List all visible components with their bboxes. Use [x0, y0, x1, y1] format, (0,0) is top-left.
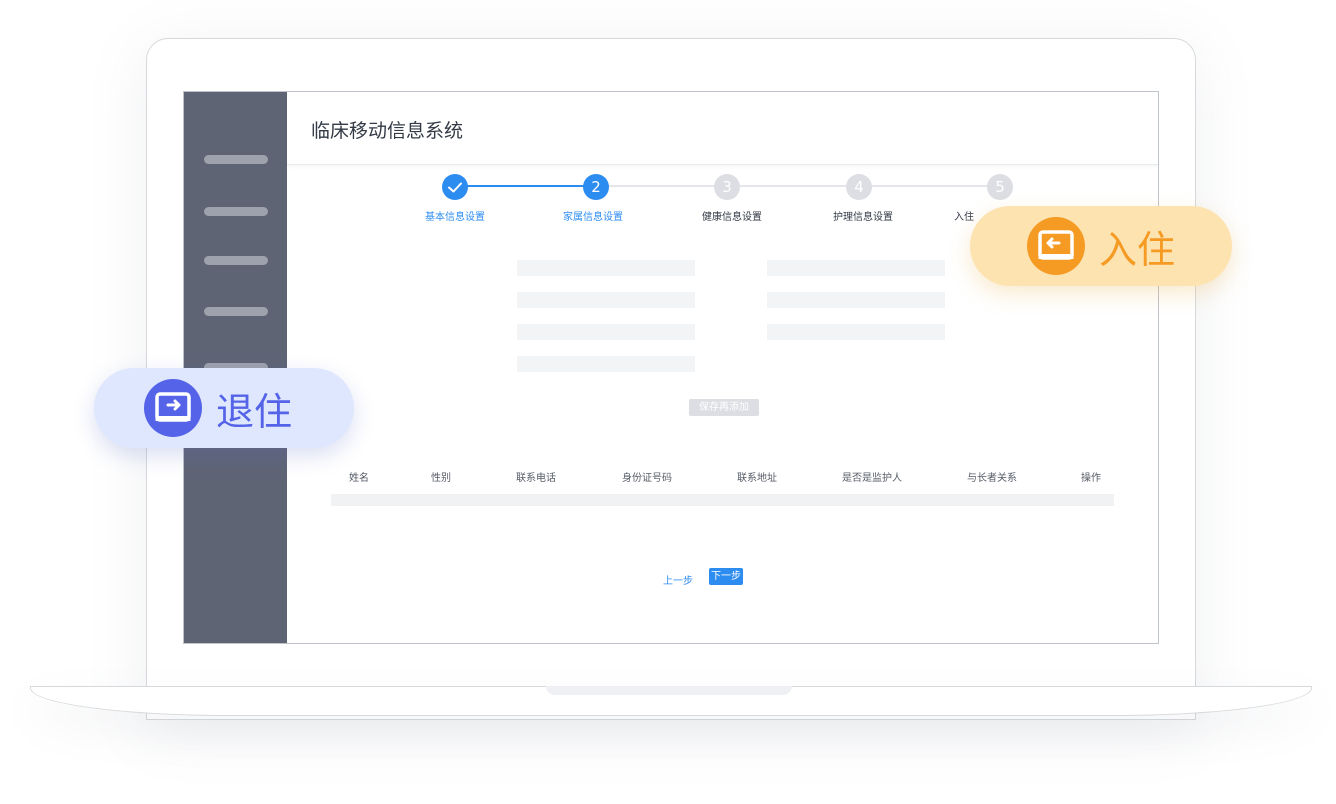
next-step-button[interactable]: 下一步	[709, 568, 743, 585]
sidebar-item-3[interactable]	[204, 256, 268, 265]
step-3-circle[interactable]: 3	[714, 174, 740, 200]
column-header: 联系地址	[737, 473, 777, 484]
column-header: 操作	[1081, 473, 1101, 484]
step-4-label: 护理信息设置	[833, 212, 893, 223]
step-5-label: 入住	[954, 212, 974, 223]
step-connector-2	[609, 185, 715, 187]
column-header: 性别	[431, 473, 451, 484]
form-field[interactable]	[517, 356, 695, 372]
sidebar-item-2[interactable]	[204, 207, 268, 216]
form-field[interactable]	[767, 324, 945, 340]
step-1-check-icon[interactable]	[442, 174, 468, 200]
laptop-notch	[546, 686, 792, 695]
checkout-badge: 退住	[94, 368, 354, 448]
step-connector-4	[872, 185, 988, 187]
checkin-label: 入住	[1099, 227, 1176, 272]
form-field[interactable]	[517, 292, 695, 308]
step-3-label: 健康信息设置	[702, 212, 762, 223]
sidebar-item-4[interactable]	[204, 307, 268, 316]
top-header: 临床移动信息系统	[287, 92, 1158, 165]
prev-step-link[interactable]: 上一步	[663, 572, 693, 587]
form-field[interactable]	[767, 260, 945, 276]
column-header: 身份证号码	[622, 473, 672, 484]
form-field[interactable]	[767, 292, 945, 308]
form-field[interactable]	[517, 260, 695, 276]
page-title: 临床移动信息系统	[311, 121, 464, 142]
bed-checkin-icon	[1027, 217, 1085, 275]
column-header: 联系电话	[516, 473, 556, 484]
step-4-circle[interactable]: 4	[846, 174, 872, 200]
save-and-add-button[interactable]: 保存再添加	[689, 399, 759, 416]
checkin-badge: 入住	[970, 206, 1232, 286]
step-5-circle[interactable]: 5	[987, 174, 1013, 200]
app-screen: 临床移动信息系统 2 3 4 5 基本信息设置 家属信息设置 健康信息设置 护理…	[183, 91, 1159, 644]
step-connector-3	[740, 185, 846, 187]
checkout-label: 退住	[216, 389, 293, 434]
form-field[interactable]	[517, 324, 695, 340]
column-header: 是否是监护人	[842, 473, 902, 484]
sidebar-item-1[interactable]	[204, 155, 268, 164]
step-2-label: 家属信息设置	[563, 212, 623, 223]
bed-checkout-icon	[144, 379, 202, 437]
table-row	[331, 494, 1114, 506]
step-1-label: 基本信息设置	[425, 212, 485, 223]
column-header: 与长者关系	[967, 473, 1017, 484]
step-2-circle[interactable]: 2	[583, 174, 609, 200]
step-connector-1	[456, 185, 584, 187]
column-header: 姓名	[349, 473, 369, 484]
